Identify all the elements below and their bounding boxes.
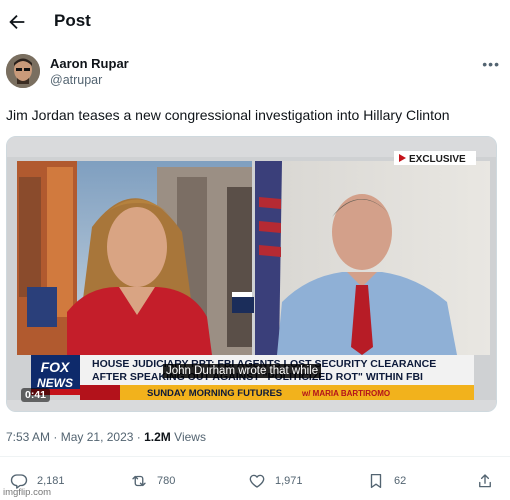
bookmark-button[interactable]: 62 [367, 470, 406, 492]
meta-separator: · [136, 430, 141, 444]
page-title: Post [54, 11, 91, 30]
repost-icon [132, 475, 146, 487]
video-timestamp: 0:41 [21, 388, 51, 402]
author-name[interactable]: Aaron Rupar [50, 56, 129, 71]
like-count: 1,971 [275, 475, 303, 487]
view-count: 1.2M [144, 430, 171, 444]
avatar[interactable] [6, 54, 40, 88]
repost-count: 780 [157, 475, 176, 487]
share-button[interactable] [476, 470, 494, 492]
show-host: w/ MARIA BARTIROMO [301, 389, 390, 398]
fox-logo-line1: FOX [41, 359, 71, 375]
repost-button[interactable]: 780 [130, 470, 175, 492]
action-bar: 2,181 780 1,971 62 [0, 464, 510, 500]
bookmark-count: 62 [394, 475, 407, 487]
divider [0, 456, 510, 457]
bookmark-icon [370, 473, 382, 489]
like-button[interactable]: 1,971 [248, 470, 303, 492]
share-icon [479, 474, 491, 488]
more-icon[interactable]: ••• [482, 56, 500, 72]
video-player[interactable]: EXCLUSIVE FOX NEWS HOUSE JUDICIARY RPT: … [6, 136, 497, 412]
author-handle[interactable]: @atrupar [50, 73, 102, 87]
meta-separator: · [53, 430, 58, 444]
post-meta: 7:53 AM · May 21, 2023 · 1.2M Views [6, 430, 206, 444]
top-bar: Post [0, 0, 510, 44]
exclusive-badge: EXCLUSIVE [409, 154, 466, 165]
show-name: SUNDAY MORNING FUTURES [147, 388, 282, 399]
back-arrow-icon[interactable] [6, 11, 28, 33]
like-icon [249, 474, 265, 488]
reply-count: 2,181 [37, 475, 65, 487]
author-row: Aaron Rupar @atrupar ••• [6, 54, 504, 94]
views-label: Views [174, 430, 206, 444]
imgflip-watermark: imgflip.com [3, 487, 52, 498]
post-date[interactable]: May 21, 2023 [61, 430, 134, 444]
video-caption: John Durham wrote that while [163, 364, 322, 378]
post-time[interactable]: 7:53 AM [6, 430, 50, 444]
tweet-text: Jim Jordan teases a new congressional in… [6, 107, 450, 123]
